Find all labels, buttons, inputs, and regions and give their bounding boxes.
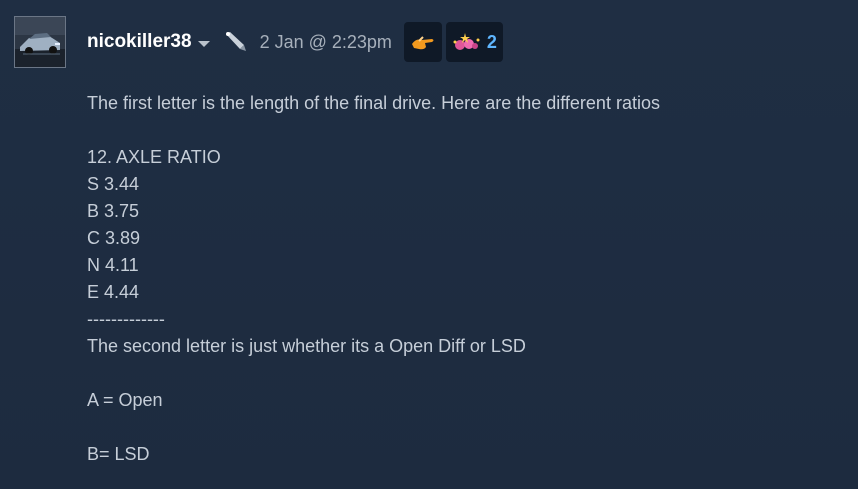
body-line: The second letter is just whether its a … — [87, 336, 526, 356]
body-line: ------------- — [87, 309, 165, 329]
comment: nicokiller38 2 Jan @ 2:23pm 2 The first … — [0, 0, 858, 489]
body-line: B= LSD — [87, 444, 150, 464]
body-line: A = Open — [87, 390, 163, 410]
pointing-hand-award-icon — [411, 36, 434, 50]
party-award-icon — [453, 33, 480, 50]
body-line: C 3.89 — [87, 228, 141, 248]
comment-body: The first letter is the length of the fi… — [87, 90, 827, 468]
pen-icon — [224, 31, 248, 53]
body-line: 12. AXLE RATIO — [87, 147, 221, 167]
avatar[interactable] — [14, 16, 66, 68]
award-count: 2 — [486, 31, 497, 52]
body-line: N 4.11 — [87, 255, 139, 275]
body-line — [87, 360, 827, 387]
award-pointing-hand[interactable] — [403, 22, 442, 62]
body-line: E 4.44 — [87, 282, 140, 302]
comment-header: nicokiller38 2 Jan @ 2:23pm 2 — [87, 22, 503, 62]
body-line — [87, 414, 827, 441]
body-line: B 3.75 — [87, 201, 140, 221]
chevron-down-icon[interactable] — [197, 40, 210, 47]
body-line: The first letter is the length of the fi… — [87, 93, 660, 113]
award-party[interactable]: 2 — [445, 22, 503, 62]
body-line — [87, 117, 827, 144]
body-line: S 3.44 — [87, 174, 140, 194]
author-name[interactable]: nicokiller38 — [87, 31, 192, 53]
timestamp: 2 Jan @ 2:23pm — [259, 31, 392, 52]
